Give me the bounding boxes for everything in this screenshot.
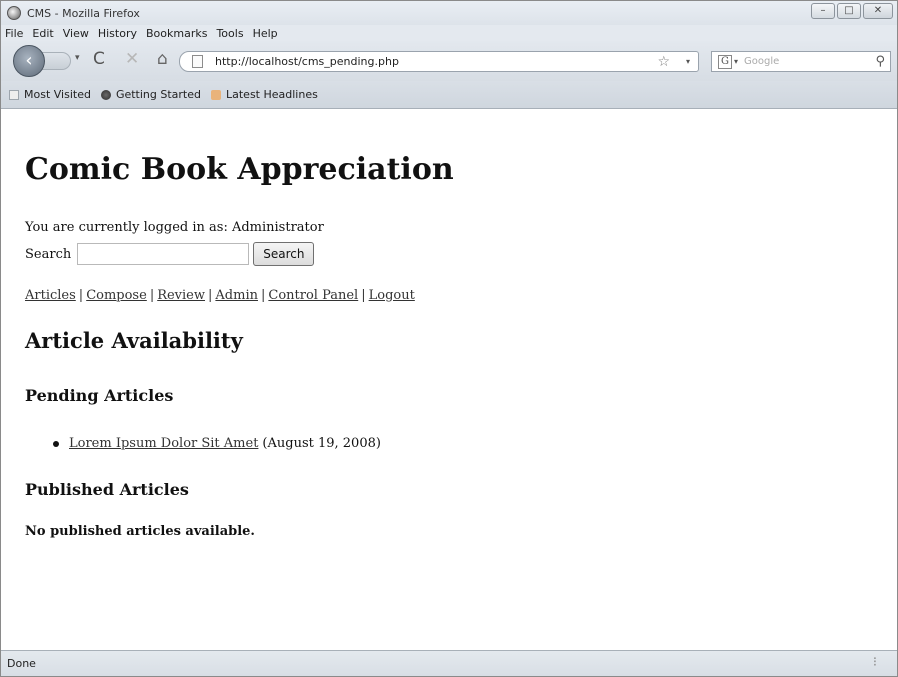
resize-grip-icon[interactable]: ⁝ [873, 655, 877, 670]
status-text: Done [7, 657, 36, 670]
published-heading: Published Articles [25, 480, 189, 499]
reload-icon[interactable]: C [93, 49, 105, 69]
most-visited-icon [9, 89, 19, 100]
bookmark-most-visited[interactable]: Most Visited [9, 88, 91, 101]
nav-separator: | [208, 288, 213, 303]
url-dropdown-icon[interactable]: ▾ [686, 57, 690, 66]
page-heading: Article Availability [25, 328, 243, 353]
engine-dropdown-icon[interactable]: ▾ [734, 57, 738, 66]
close-button[interactable]: ✕ [863, 3, 893, 19]
getting-started-icon [100, 89, 111, 100]
nav-link-compose[interactable]: Compose [86, 288, 147, 303]
nav-link-articles[interactable]: Articles [25, 288, 76, 303]
site-search-form: Search Search [25, 242, 315, 266]
home-icon[interactable]: ⌂ [157, 49, 168, 69]
menu-file[interactable]: File [5, 27, 23, 40]
minimize-button[interactable]: – [811, 3, 835, 19]
page-icon [192, 55, 203, 68]
bookmark-latest-headlines[interactable]: Latest Headlines [211, 88, 318, 101]
rss-feed-icon [211, 89, 221, 100]
pending-article-list: Lorem Ipsum Dolor Sit Amet (August 19, 2… [53, 436, 381, 451]
window-controls: – □ ✕ [811, 3, 893, 19]
search-engine-icon[interactable]: G [718, 54, 732, 69]
bookmark-label: Getting Started [115, 88, 201, 101]
maximize-button[interactable]: □ [837, 3, 861, 19]
search-label: Search [25, 246, 72, 262]
menu-tools[interactable]: Tools [216, 27, 243, 40]
nav-separator: | [260, 288, 266, 303]
nav-separator: | [149, 288, 155, 303]
bookmark-star-icon[interactable]: ☆ [657, 54, 670, 70]
bookmark-label: Most Visited [24, 88, 91, 101]
bookmark-label: Latest Headlines [226, 88, 318, 101]
menu-view[interactable]: View [63, 27, 89, 40]
back-button[interactable]: ‹ [13, 45, 45, 77]
history-dropdown-icon[interactable]: ▾ [75, 53, 80, 63]
web-search-box[interactable]: G ▾ Google ⚲ [711, 51, 891, 72]
address-bar[interactable]: http://localhost/cms_pending.php ☆ ▾ [179, 51, 699, 72]
nav-link-logout[interactable]: Logout [369, 288, 415, 303]
browser-window: CMS - Mozilla Firefox – □ ✕ File Edit Vi… [0, 0, 898, 677]
article-link[interactable]: Lorem Ipsum Dolor Sit Amet [69, 436, 258, 451]
firefox-icon [7, 6, 21, 20]
bullet-icon [53, 440, 59, 447]
search-button[interactable]: Search [253, 242, 315, 266]
menu-bar: File Edit View History Bookmarks Tools H… [1, 25, 897, 41]
menu-bookmarks[interactable]: Bookmarks [146, 27, 207, 40]
article-date: (August 19, 2008) [262, 436, 381, 451]
url-text[interactable]: http://localhost/cms_pending.php [215, 55, 399, 68]
menu-history[interactable]: History [98, 27, 137, 40]
page-content: Comic Book Appreciation You are currentl… [1, 110, 897, 650]
menu-edit[interactable]: Edit [32, 27, 53, 40]
nav-link-review[interactable]: Review [157, 288, 205, 303]
site-search-input[interactable] [77, 243, 250, 265]
nav-separator: | [361, 288, 366, 303]
menu-help[interactable]: Help [253, 27, 278, 40]
web-search-placeholder[interactable]: Google [744, 56, 779, 67]
site-nav: Articles | Compose | Review | Admin | Control Pa… [25, 288, 415, 303]
pending-heading: Pending Articles [25, 386, 174, 405]
status-bar: Done ⁝ [1, 650, 897, 676]
logged-in-status: You are currently logged in as: Administ… [25, 220, 324, 235]
site-title: Comic Book Appreciation [25, 152, 454, 187]
no-published-message: No published articles available. [25, 524, 255, 539]
nav-link-control-panel[interactable]: Control Panel [268, 288, 358, 303]
nav-link-admin[interactable]: Admin [215, 288, 258, 303]
bookmark-getting-started[interactable]: Getting Started [100, 88, 201, 101]
window-title: CMS - Mozilla Firefox [27, 6, 140, 20]
forward-button[interactable] [41, 52, 71, 70]
title-bar: CMS - Mozilla Firefox – □ ✕ [1, 1, 897, 25]
bookmarks-toolbar: Most Visited Getting Started Latest Head… [1, 81, 897, 109]
nav-separator: | [78, 288, 84, 303]
list-item: Lorem Ipsum Dolor Sit Amet (August 19, 2… [53, 436, 381, 451]
search-icon[interactable]: ⚲ [875, 54, 885, 69]
navigation-toolbar: ‹ ▾ C ✕ ⌂ http://localhost/cms_pending.p… [1, 41, 897, 81]
stop-icon[interactable]: ✕ [125, 49, 139, 69]
